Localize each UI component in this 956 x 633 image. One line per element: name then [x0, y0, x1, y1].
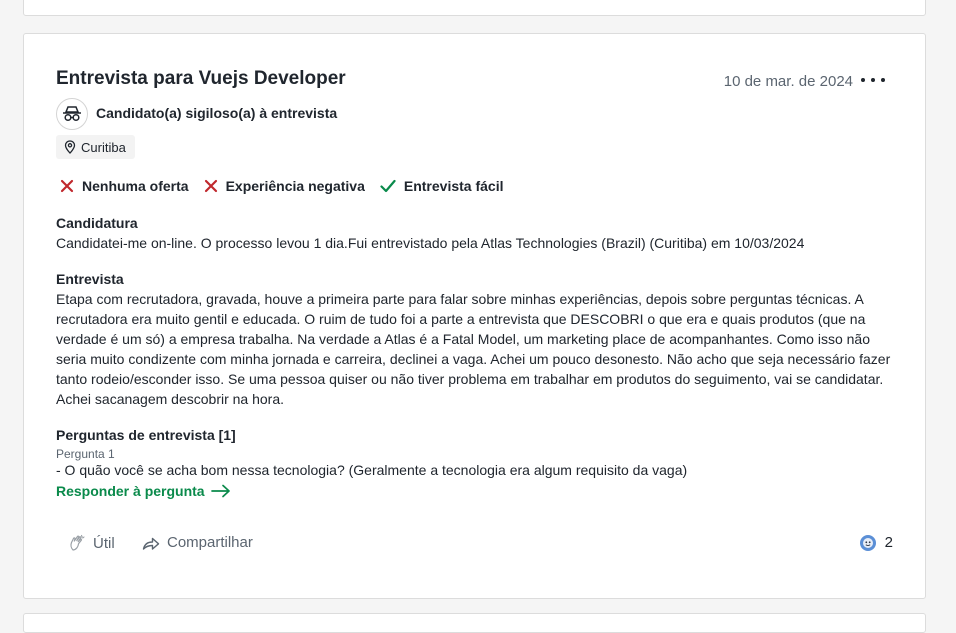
flag-easy-interview: Entrevista fácil	[380, 178, 504, 194]
candidate-label: Candidato(a) sigiloso(a) à entrevista	[96, 105, 338, 121]
location-tag: Curitiba	[56, 135, 135, 159]
review-title: Entrevista para Vuejs Developer	[56, 68, 346, 89]
flag-label: Entrevista fácil	[403, 178, 504, 194]
answer-question-label: Responder à pergunta	[56, 483, 205, 499]
flag-label: Experiência negativa	[225, 178, 365, 194]
share-label: Compartilhar	[167, 534, 253, 551]
avatar	[859, 534, 876, 551]
flag-label: Nenhuma oferta	[82, 178, 189, 194]
review-flags: Nenhuma oferta Experiência negativa Entr…	[60, 178, 518, 194]
x-icon	[60, 179, 74, 193]
application-text: Candidatei-me on-line. O processo levou …	[56, 235, 805, 251]
x-icon	[204, 179, 217, 193]
helpful-label: Útil	[93, 534, 115, 552]
flag-negative-experience: Experiência negativa	[204, 178, 365, 194]
answer-question-link[interactable]: Responder à pergunta	[56, 483, 231, 499]
reaction-count: 2	[884, 534, 893, 551]
check-icon	[380, 179, 396, 193]
application-heading: Candidatura	[56, 215, 138, 231]
share-icon	[142, 537, 160, 550]
clap-icon	[70, 534, 85, 551]
arrow-right-icon	[210, 484, 230, 498]
reactions-summary[interactable]: 2	[859, 534, 893, 551]
more-options-icon[interactable]	[861, 71, 885, 89]
interview-text: Etapa com recrutadora, gravada, houve a …	[56, 291, 891, 407]
location-pin-icon	[64, 140, 76, 154]
anonymous-candidate-icon	[56, 98, 88, 130]
location-label: Curitiba	[81, 139, 126, 155]
interview-heading: Entrevista	[56, 271, 124, 287]
questions-heading: Perguntas de entrevista [1]	[56, 427, 236, 443]
flag-no-offer: Nenhuma oferta	[60, 178, 189, 194]
question-text: - O quão você se acha bom nessa tecnolog…	[56, 462, 688, 478]
next-review-card	[23, 613, 926, 633]
review-date: 10 de mar. de 2024	[723, 73, 853, 90]
previous-review-card	[23, 0, 926, 16]
share-button[interactable]: Compartilhar	[142, 534, 253, 551]
review-card: Entrevista para Vuejs Developer 10 de ma…	[23, 33, 926, 599]
helpful-button[interactable]: Útil	[68, 534, 115, 552]
question-label: Pergunta 1	[56, 447, 115, 461]
